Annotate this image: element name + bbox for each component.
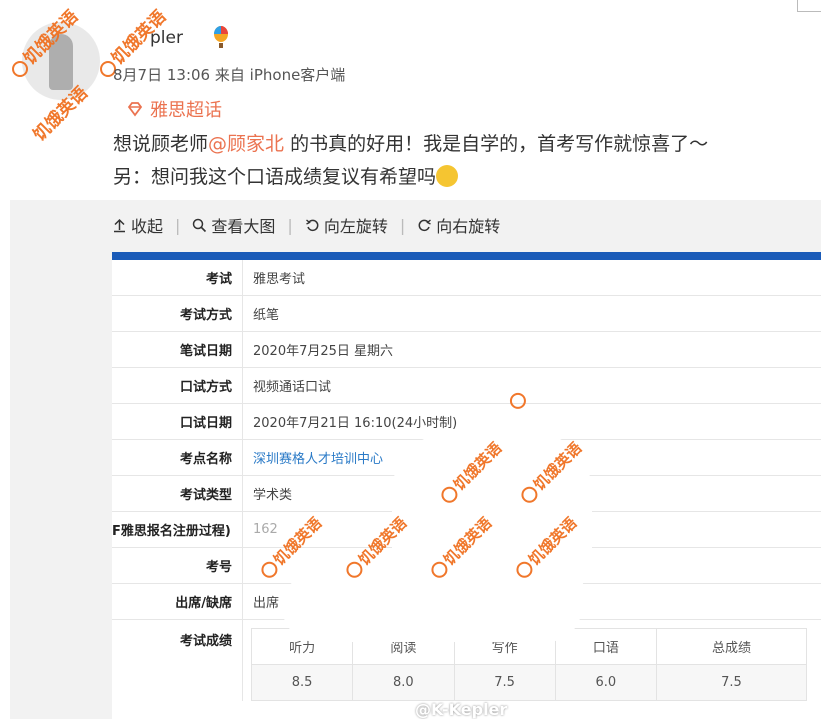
view-large-label: 查看大图 xyxy=(211,217,276,236)
rotate-right-button[interactable]: 向右旋转 xyxy=(417,213,500,237)
collapse-button[interactable]: 收起 xyxy=(112,213,163,237)
result-row: 笔试日期 2020年7月25日 星期六 xyxy=(112,332,821,368)
result-row-label: 考点名称 xyxy=(179,452,232,467)
result-row-label: F雅思报名注册过程) xyxy=(112,524,231,539)
diamond-icon xyxy=(127,102,143,117)
score-value: 8.5 xyxy=(250,664,354,701)
rotate-right-icon xyxy=(418,218,432,231)
collapse-label: 收起 xyxy=(131,217,164,236)
result-row: 考试 雅思考试 xyxy=(112,260,821,296)
result-row-value: 2020年7月25日 星期六 xyxy=(242,332,821,367)
result-row-label: 考号 xyxy=(205,560,232,575)
post-text-part: 另：想问我这个口语成绩复议有希望吗 xyxy=(113,166,437,188)
rotate-left-button[interactable]: 向左旋转 xyxy=(305,213,388,237)
score-value: 7.5 xyxy=(453,664,556,701)
source-prefix: 来自 xyxy=(214,66,245,84)
result-row: 口试方式 视频通话口试 xyxy=(112,368,821,404)
post-text-line1: 想说顾老师@顾家北 的书真的好用！我是自学的，首考写作就惊喜了～ xyxy=(113,131,803,157)
scores-value-row: 8.5 8.0 7.5 6.0 7.5 xyxy=(250,664,807,701)
score-value: 6.0 xyxy=(554,664,658,701)
topic-link[interactable]: 雅思超话 xyxy=(126,96,222,122)
image-credit: @K-Kepler xyxy=(415,700,508,719)
result-row-label: 笔试日期 xyxy=(179,344,232,359)
rotate-right-label: 向右旋转 xyxy=(436,217,501,236)
laughing-emoji-icon xyxy=(436,165,459,187)
result-row-label: 出席/缺席 xyxy=(175,596,232,611)
score-value: 7.5 xyxy=(656,664,807,701)
toolbar-divider: | xyxy=(399,215,406,235)
result-row-label: 口试日期 xyxy=(179,416,232,431)
corner-box xyxy=(797,0,821,12)
magnifier-icon xyxy=(193,218,207,232)
expanded-image-panel: 收起 | 查看大图 | 向左旋转 | 向右旋转 考试 雅思考试 考试方式 纸笔 笔试… xyxy=(10,200,821,719)
post-timestamp[interactable]: 8月7日 13:06 xyxy=(113,66,210,84)
score-header: 总成绩 xyxy=(656,628,807,665)
score-value: 8.0 xyxy=(352,664,455,701)
balloon-badge-icon xyxy=(214,26,228,48)
result-row-label: 考试类型 xyxy=(179,488,232,503)
result-row-value: 视频通话口试 xyxy=(242,368,821,403)
toolbar-divider: | xyxy=(175,215,181,235)
mention-link[interactable]: @顾家北 xyxy=(208,133,284,155)
scores-label: 考试成绩 xyxy=(179,634,232,649)
post-text-line2: 另：想问我这个口语成绩复议有希望吗 xyxy=(113,164,803,190)
result-row-label: 考试方式 xyxy=(179,308,232,323)
post-text-part: 想说顾老师 xyxy=(113,133,209,155)
result-row-value: 雅思考试 xyxy=(242,260,821,295)
score-header: 口语 xyxy=(554,628,658,665)
collapse-arrow-icon xyxy=(114,218,125,232)
view-large-button[interactable]: 查看大图 xyxy=(192,213,275,237)
username[interactable]: pler xyxy=(150,28,183,48)
exam-result-image[interactable]: 考试 雅思考试 考试方式 纸笔 笔试日期 2020年7月25日 星期六 口试方式 视频通… xyxy=(112,252,821,719)
result-row-label: 考试 xyxy=(205,272,232,287)
result-row-value: 纸笔 xyxy=(242,296,821,331)
post-meta: 8月7日 13:06 来自 iPhone客户端 xyxy=(113,64,345,85)
toolbar-divider: | xyxy=(287,215,293,235)
image-toolbar: 收起 | 查看大图 | 向左旋转 | 向右旋转 xyxy=(10,200,821,250)
result-row-label: 口试方式 xyxy=(179,380,232,395)
post-text-part: 的书真的好用！我是自学的，首考写作就惊喜了～ xyxy=(284,133,709,155)
topic-label: 雅思超话 xyxy=(150,100,222,121)
result-header-bar xyxy=(112,252,821,260)
rotate-left-icon xyxy=(305,218,319,231)
result-row: 考试方式 纸笔 xyxy=(112,296,821,332)
rotate-left-label: 向左旋转 xyxy=(323,217,388,236)
post-source: iPhone客户端 xyxy=(249,66,346,84)
